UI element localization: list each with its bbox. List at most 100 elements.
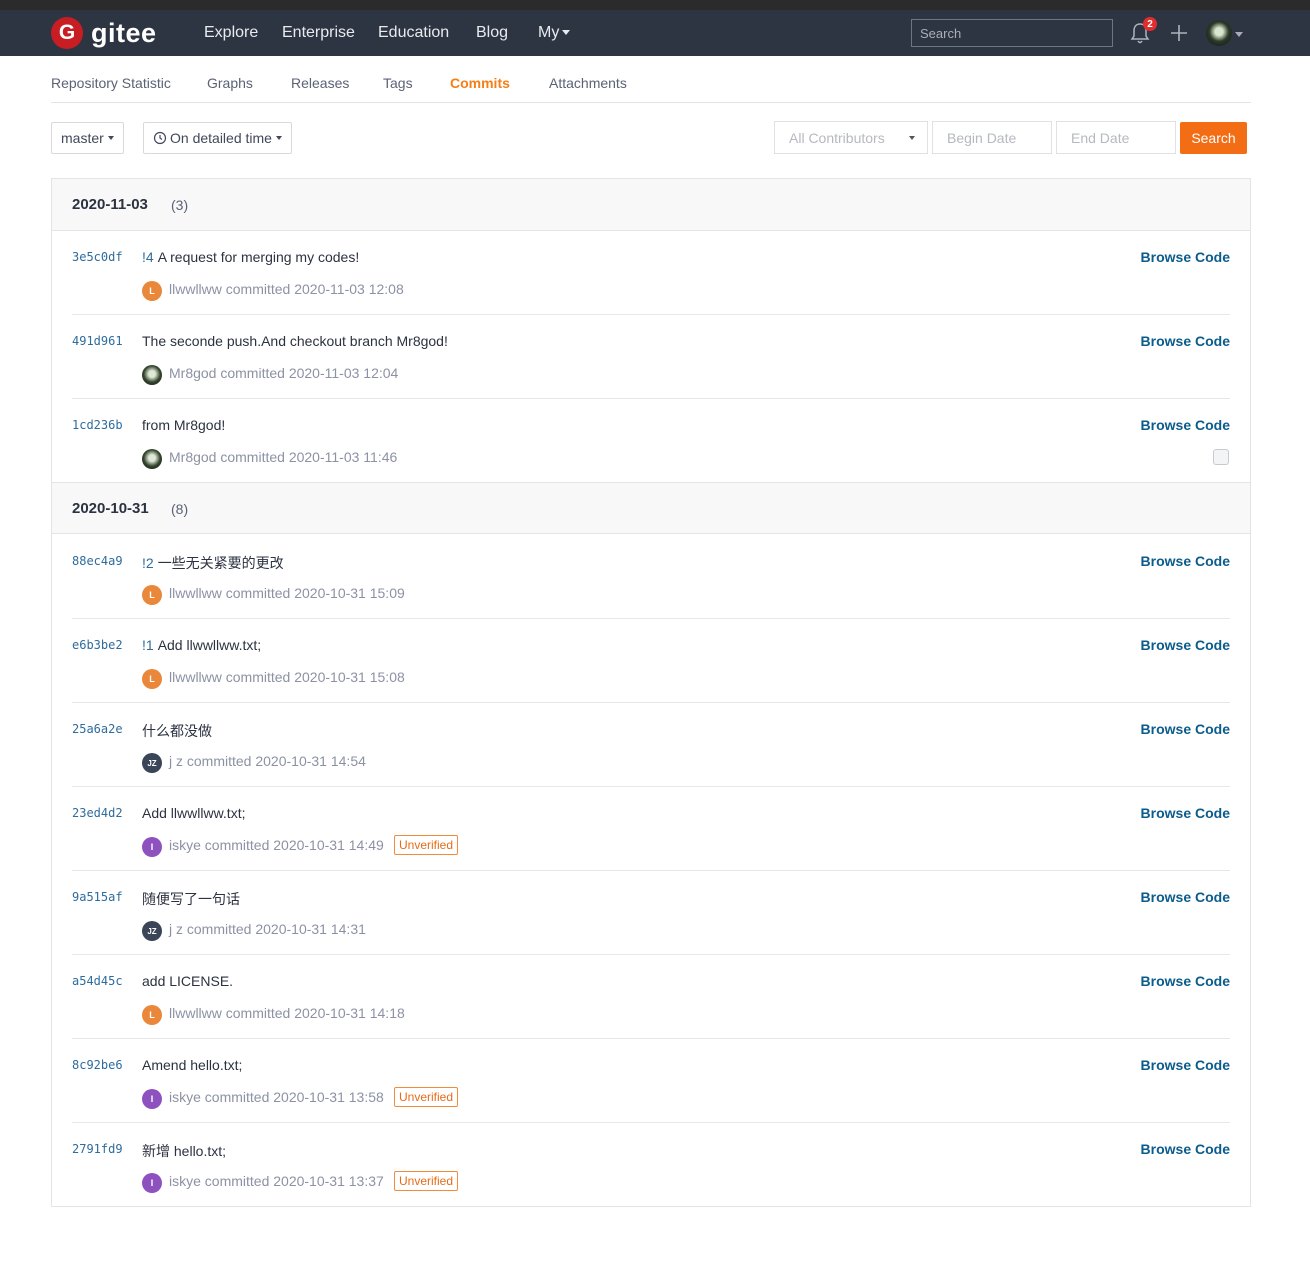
commit-message[interactable]: 什么都没做 <box>142 721 212 741</box>
commit-meta: iskye committed 2020-10-31 14:49 <box>169 837 384 853</box>
gitee-logo[interactable]: G gitee <box>51 17 157 49</box>
commit-sha[interactable]: 25a6a2e <box>72 722 123 736</box>
commit-sha[interactable]: 1cd236b <box>72 418 123 432</box>
tab-commits[interactable]: Commits <box>450 75 510 91</box>
chevron-down-icon <box>909 135 915 140</box>
browse-code-link[interactable]: Browse Code <box>1141 1057 1230 1073</box>
group-date: 2020-10-31 <box>72 500 149 517</box>
commit-message[interactable]: !4 A request for merging my codes! <box>142 249 359 265</box>
commit-sha[interactable]: 491d961 <box>72 334 123 348</box>
commit-sha[interactable]: a54d45c <box>72 974 123 988</box>
commit-row: 3e5c0df !4 A request for merging my codes… <box>52 231 1250 315</box>
author-avatar[interactable]: L <box>142 1005 162 1025</box>
author-avatar[interactable]: L <box>142 669 162 689</box>
commit-meta: Mr8god committed 2020-11-03 11:46 <box>169 449 398 465</box>
commit-sha[interactable]: 88ec4a9 <box>72 554 123 568</box>
commit-meta: iskye committed 2020-10-31 13:37 <box>169 1173 384 1189</box>
pr-number[interactable]: !1 <box>142 637 154 653</box>
nav-explore[interactable]: Explore <box>204 24 258 42</box>
commit-message[interactable]: 随便写了一句话 <box>142 889 240 909</box>
group-count: (8) <box>171 501 189 517</box>
commit-sha[interactable]: 2791fd9 <box>72 1142 123 1156</box>
browse-code-link[interactable]: Browse Code <box>1141 637 1230 653</box>
browse-code-link[interactable]: Browse Code <box>1141 333 1230 349</box>
global-search-input[interactable] <box>911 19 1113 47</box>
commit-message[interactable]: 新增 hello.txt; <box>142 1141 226 1161</box>
repo-subnav: Repository Statistic Graphs Releases Tag… <box>51 56 1251 103</box>
author-avatar[interactable]: JZ <box>142 921 162 941</box>
browse-code-link[interactable]: Browse Code <box>1141 249 1230 265</box>
group-date: 2020-11-03 <box>72 196 148 213</box>
commit-sha[interactable]: 8c92be6 <box>72 1058 123 1072</box>
commit-meta: Mr8god committed 2020-11-03 12:04 <box>169 365 399 381</box>
author-avatar[interactable]: JZ <box>142 753 162 773</box>
commit-message[interactable]: add LICENSE. <box>142 973 233 989</box>
commit-meta: j z committed 2020-10-31 14:54 <box>169 753 366 769</box>
tab-repository-statistic[interactable]: Repository Statistic <box>51 75 171 91</box>
commit-row: 491d961 The seconde push.And checkout br… <box>52 315 1250 399</box>
browse-code-link[interactable]: Browse Code <box>1141 417 1230 433</box>
gitee-logo-icon: G <box>51 17 83 49</box>
commit-message-text: Add llwwllww.txt; <box>157 637 262 653</box>
tab-graphs[interactable]: Graphs <box>207 75 253 91</box>
commit-message[interactable]: !1 Add llwwllww.txt; <box>142 637 261 653</box>
search-button[interactable]: Search <box>1180 122 1247 154</box>
commit-meta: llwwllww committed 2020-10-31 15:08 <box>169 669 405 685</box>
commit-row: 88ec4a9 !2 一些无关紧要的更改 L llwwllww committed… <box>52 535 1250 619</box>
author-avatar[interactable] <box>142 365 162 385</box>
branch-dropdown[interactable]: master <box>51 122 124 154</box>
nav-blog[interactable]: Blog <box>476 24 508 42</box>
end-date-input[interactable]: End Date <box>1056 121 1176 154</box>
time-mode-dropdown[interactable]: On detailed time <box>143 122 292 154</box>
pr-number[interactable]: !2 <box>142 555 154 571</box>
chevron-down-icon[interactable] <box>1235 32 1243 37</box>
window-top-strip <box>0 0 1310 10</box>
commit-message[interactable]: Add llwwllww.txt; <box>142 805 245 821</box>
author-avatar[interactable]: I <box>142 1089 162 1109</box>
author-avatar[interactable]: I <box>142 837 162 857</box>
author-avatar[interactable]: L <box>142 281 162 301</box>
commit-row: 8c92be6 Amend hello.txt; I iskye committ… <box>52 1039 1250 1123</box>
commit-select-checkbox[interactable] <box>1213 449 1229 465</box>
commit-row: 23ed4d2 Add llwwllww.txt; I iskye commit… <box>52 787 1250 871</box>
contributors-label: All Contributors <box>789 129 885 146</box>
nav-my-label: My <box>538 24 560 41</box>
commit-sha[interactable]: e6b3be2 <box>72 638 123 652</box>
chevron-down-icon <box>107 136 114 140</box>
begin-date-input[interactable]: Begin Date <box>932 121 1052 154</box>
unverified-badge[interactable]: Unverified <box>394 1087 459 1107</box>
commit-message[interactable]: !2 一些无关紧要的更改 <box>142 553 284 573</box>
commit-sha[interactable]: 23ed4d2 <box>72 806 123 820</box>
commit-sha[interactable]: 3e5c0df <box>72 250 123 264</box>
commit-group-header: 2020-10-31 (8) <box>52 482 1250 534</box>
browse-code-link[interactable]: Browse Code <box>1141 889 1230 905</box>
browse-code-link[interactable]: Browse Code <box>1141 973 1230 989</box>
unverified-badge[interactable]: Unverified <box>394 835 459 855</box>
commit-row: 1cd236b from Mr8god! Mr8god committed 20… <box>52 399 1250 483</box>
nav-education[interactable]: Education <box>378 24 449 42</box>
nav-my-menu[interactable]: My <box>538 24 571 42</box>
tab-attachments[interactable]: Attachments <box>549 75 627 91</box>
commit-row: 25a6a2e 什么都没做 JZ j z committed 2020-10-3… <box>52 703 1250 787</box>
commit-message[interactable]: Amend hello.txt; <box>142 1057 242 1073</box>
browse-code-link[interactable]: Browse Code <box>1141 553 1230 569</box>
unverified-badge[interactable]: Unverified <box>394 1171 459 1191</box>
author-avatar[interactable]: L <box>142 585 162 605</box>
user-avatar[interactable] <box>1206 20 1232 46</box>
commit-meta: llwwllww committed 2020-10-31 15:09 <box>169 585 405 601</box>
tab-tags[interactable]: Tags <box>383 75 413 91</box>
author-avatar[interactable]: I <box>142 1173 162 1193</box>
commit-message[interactable]: The seconde push.And checkout branch Mr8… <box>142 333 448 349</box>
browse-code-link[interactable]: Browse Code <box>1141 721 1230 737</box>
author-avatar[interactable] <box>142 449 162 469</box>
commit-sha[interactable]: 9a515af <box>72 890 123 904</box>
browse-code-link[interactable]: Browse Code <box>1141 805 1230 821</box>
plus-icon[interactable] <box>1169 23 1189 43</box>
tab-releases[interactable]: Releases <box>291 75 349 91</box>
contributors-dropdown[interactable]: All Contributors <box>774 121 928 154</box>
chevron-down-icon <box>275 136 282 140</box>
browse-code-link[interactable]: Browse Code <box>1141 1141 1230 1157</box>
commit-message[interactable]: from Mr8god! <box>142 417 225 433</box>
pr-number[interactable]: !4 <box>142 249 154 265</box>
nav-enterprise[interactable]: Enterprise <box>282 24 355 42</box>
